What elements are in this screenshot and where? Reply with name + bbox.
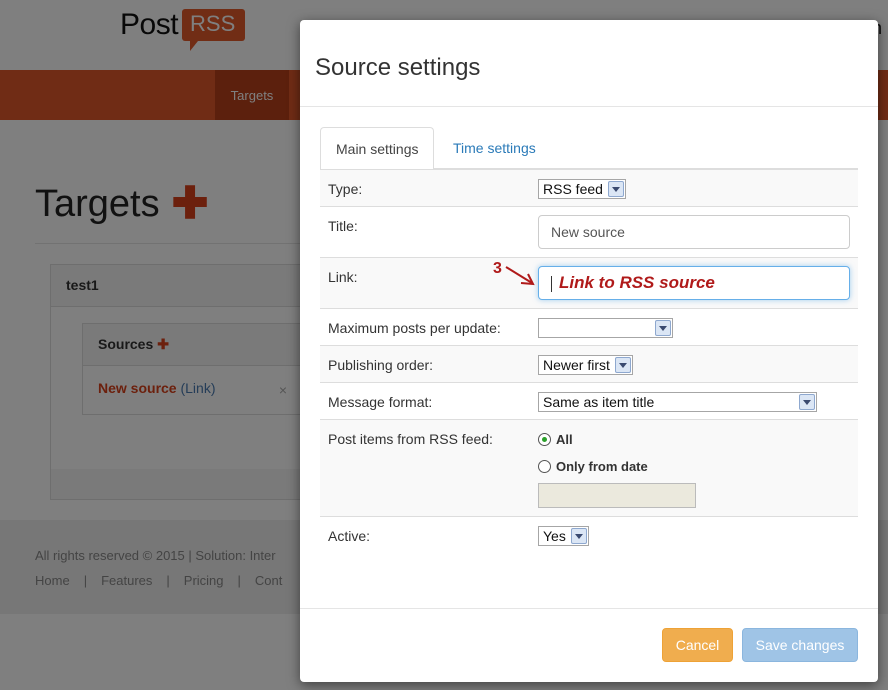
order-select[interactable]: Newer first (538, 355, 633, 375)
tab-time-settings[interactable]: Time settings (438, 127, 551, 169)
post-items-label: Post items from RSS feed: (328, 431, 493, 447)
type-select[interactable]: RSS feed (538, 179, 626, 199)
radio-selected-icon (538, 433, 551, 446)
max-posts-select[interactable] (538, 318, 673, 338)
link-row: Link: Link to RSS source (320, 257, 858, 308)
chevron-down-icon (655, 320, 671, 336)
max-posts-row: Maximum posts per update: (320, 308, 858, 345)
chevron-down-icon (799, 394, 815, 410)
format-value: Same as item title (543, 394, 655, 410)
max-posts-label: Maximum posts per update: (328, 320, 501, 336)
save-changes-button[interactable]: Save changes (742, 628, 858, 662)
modal-footer: Cancel Save changes (300, 608, 878, 682)
type-row: Type: RSS feed (320, 169, 858, 206)
format-label: Message format: (328, 394, 433, 410)
title-row: Title: New source (320, 206, 858, 257)
date-input[interactable] (538, 483, 696, 508)
radio-all[interactable]: All (538, 432, 573, 447)
post-items-row: Post items from RSS feed: All Only from … (320, 419, 858, 516)
cancel-button[interactable]: Cancel (662, 628, 733, 662)
source-settings-modal: Source settings Main settings Time setti… (300, 20, 878, 682)
format-row: Message format: Same as item title (320, 382, 858, 419)
modal-title: Source settings (315, 54, 481, 81)
chevron-down-icon (607, 181, 624, 197)
order-value: Newer first (543, 357, 610, 373)
order-label: Publishing order: (328, 357, 434, 373)
radio-only-from-date[interactable]: Only from date (538, 459, 648, 474)
title-input[interactable]: New source (538, 215, 850, 249)
type-value: RSS feed (543, 181, 603, 197)
type-label: Type: (328, 181, 363, 197)
active-value: Yes (543, 528, 566, 544)
active-label: Active: (328, 528, 371, 544)
tab-main-settings[interactable]: Main settings (320, 127, 435, 170)
order-row: Publishing order: Newer first (320, 345, 858, 382)
active-row: Active: Yes (320, 516, 858, 553)
link-label: Link: (328, 269, 358, 285)
chevron-down-icon (570, 528, 587, 544)
annotation-step-number: 3 (493, 260, 502, 277)
format-select[interactable]: Same as item title (538, 392, 817, 412)
radio-unselected-icon (538, 460, 551, 473)
link-input[interactable]: Link to RSS source (538, 266, 850, 300)
annotation-arrow-icon (505, 266, 535, 286)
active-select[interactable]: Yes (538, 526, 589, 546)
radio-all-label: All (556, 432, 573, 447)
title-label: Title: (328, 218, 358, 234)
radio-only-from-date-label: Only from date (556, 459, 648, 474)
settings-tabs: Main settings Time settings (320, 127, 858, 170)
link-hint: Link to RSS source (559, 273, 715, 292)
modal-header: Source settings (300, 20, 878, 107)
source-form: Type: RSS feed Title: New source Link: L… (320, 169, 858, 553)
text-caret (551, 276, 552, 293)
chevron-down-icon (614, 357, 631, 373)
